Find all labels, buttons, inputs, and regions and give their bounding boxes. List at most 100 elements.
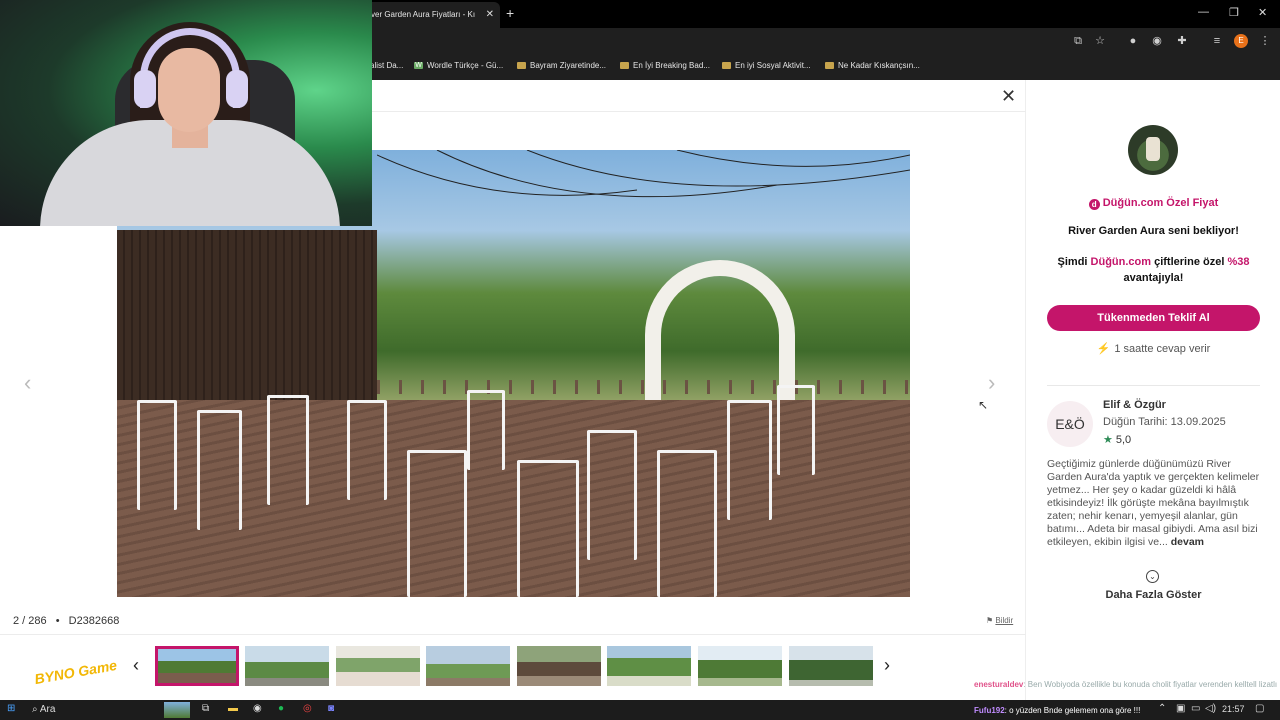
restore-icon[interactable]: ❐ [1229, 6, 1239, 19]
discord-icon[interactable]: ◙ [328, 703, 334, 714]
railing [377, 380, 910, 394]
profile-avatar[interactable]: E [1234, 34, 1248, 48]
bookmark-item[interactable]: Ne Kadar Kıskançsın... [825, 61, 920, 70]
extensions-puzzle-icon[interactable]: ✚ [1175, 34, 1189, 48]
clock[interactable]: 21:57 [1222, 704, 1245, 714]
review-rating: ★ 5,0 [1103, 434, 1132, 446]
chair [137, 400, 177, 510]
tab-close-icon[interactable]: ✕ [486, 2, 494, 28]
gallery-thumbnail[interactable] [517, 646, 601, 686]
gallery-thumbnail[interactable] [245, 646, 329, 686]
wordle-icon: W [414, 62, 423, 70]
chat-message: enesturaldev: Ben Wobiyoda özellikle bu … [974, 680, 1278, 689]
gallery-thumbnail[interactable] [789, 646, 873, 686]
minimize-icon[interactable]: — [1198, 6, 1209, 18]
reviewer-avatar: E&Ö [1047, 401, 1093, 447]
special-price-label: d Düğün.com Özel Fiyat [1047, 197, 1260, 210]
gallery-thumbnail[interactable] [607, 646, 691, 686]
window-close-icon[interactable]: ✕ [1258, 6, 1267, 19]
chair [467, 390, 505, 470]
webcam-overlay [0, 0, 372, 226]
chair [777, 385, 815, 475]
gallery-thumbnail[interactable] [336, 646, 420, 686]
reply-time: ⚡ 1 saatte cevap verir [1096, 343, 1211, 355]
separator: • [55, 615, 60, 627]
flag-icon: ⚑ [986, 616, 994, 625]
chair [517, 460, 579, 597]
tab-title: ver Garden Aura Fiyatları - Kı [371, 10, 476, 19]
close-gallery-button[interactable]: ✕ [1001, 86, 1016, 107]
headset-earcup [226, 70, 248, 108]
browser-menu-icon[interactable]: ⋮ [1258, 34, 1272, 48]
spotify-icon[interactable]: ● [278, 703, 284, 714]
install-app-icon[interactable]: ⧉ [1071, 34, 1085, 48]
flower-arch [645, 260, 795, 410]
taskbar-search[interactable]: ⌕ Ara [26, 702, 156, 718]
tray-chevron-icon[interactable]: ⌃ [1158, 703, 1166, 714]
network-icon[interactable]: ▭ [1191, 703, 1200, 714]
photo-index: 2 / 286 [13, 615, 47, 627]
venue-waiting-text: River Garden Aura seni bekliyor! [1068, 225, 1239, 237]
gallery-thumbnail[interactable] [698, 646, 782, 686]
chair [727, 400, 772, 520]
chevron-down-icon[interactable]: ⌄ [1146, 570, 1159, 583]
folder-icon [620, 62, 629, 70]
divider [1047, 385, 1260, 386]
bookmark-item[interactable]: En iyi Sosyal Aktivit... [722, 61, 811, 70]
lightning-icon: ⚡ [1096, 343, 1111, 355]
widget-thumbnail[interactable] [164, 702, 190, 718]
venue-avatar [1128, 125, 1178, 175]
string-lights [377, 150, 910, 198]
chair [347, 400, 387, 500]
read-more-link[interactable]: devam [1171, 536, 1204, 548]
new-tab-button[interactable]: + [506, 5, 514, 21]
divider [0, 634, 1026, 635]
extension-icon[interactable]: ● [1126, 34, 1140, 48]
app-icon[interactable]: ◉ [253, 703, 262, 714]
screen: { "browser": { "tab_title": "ver Garden … [0, 0, 1280, 720]
bookmark-item[interactable]: alist Da... [370, 61, 403, 70]
bookmark-item[interactable]: Bayram Ziyaretinde... [517, 61, 606, 70]
review-text: Geçtiğimiz günlerde düğünümüzü River Gar… [1047, 458, 1260, 548]
file-explorer-icon[interactable]: ▬ [228, 703, 238, 714]
chair [197, 410, 242, 530]
tray-icon[interactable]: ▣ [1176, 703, 1185, 714]
folder-icon [722, 62, 731, 70]
bookmark-item[interactable]: W Wordle Türkçe - Gü... [414, 61, 503, 70]
notifications-icon[interactable]: ▢ [1255, 703, 1264, 714]
headset-earcup [134, 70, 156, 108]
audio-extension-icon[interactable]: ◉ [1150, 34, 1164, 48]
gallery-thumbnail[interactable] [426, 646, 510, 686]
task-view-icon[interactable]: ⧉ [202, 703, 209, 714]
chair [657, 450, 717, 597]
search-icon: ⌕ [32, 704, 38, 715]
chat-message: Fufu192: o yüzden Bnde gelemem ona göre … [974, 706, 1141, 715]
chair [407, 450, 467, 597]
start-icon[interactable]: ⊞ [7, 703, 15, 714]
wedding-date: Düğün Tarihi: 13.09.2025 [1103, 416, 1226, 428]
get-offer-button[interactable]: Tükenmeden Teklif Al [1047, 305, 1260, 331]
reviewer-name: Elif & Özgür [1103, 399, 1166, 411]
next-photo-button[interactable]: › [988, 370, 995, 396]
folder-icon [517, 62, 526, 70]
mouse-cursor-icon: ↖ [978, 398, 989, 412]
wooden-wall [117, 230, 377, 400]
thumbnails-next-button[interactable]: › [884, 655, 890, 676]
thumbnails-prev-button[interactable]: ‹ [133, 655, 139, 676]
active-tab[interactable]: ver Garden Aura Fiyatları - Kı ✕ [365, 2, 500, 28]
report-link[interactable]: ⚑ Bildir [986, 616, 1013, 625]
volume-icon[interactable]: ◁) [1205, 703, 1216, 714]
chair [587, 430, 637, 560]
show-more-button[interactable]: Daha Fazla Göster [1047, 589, 1260, 601]
bookmark-item[interactable]: En İyi Breaking Bad... [620, 61, 710, 70]
chrome-icon[interactable]: ◎ [303, 703, 312, 714]
gallery-thumbnail[interactable] [155, 646, 239, 686]
previous-photo-button[interactable]: ‹ [24, 370, 31, 396]
folder-icon [825, 62, 834, 70]
reading-list-icon[interactable]: ≡ [1210, 34, 1224, 48]
photo-code: D2382668 [68, 615, 120, 627]
dugun-logo-icon: d [1088, 199, 1100, 210]
discount-offer-text: Şimdi Düğün.com çiftlerine özel %38 avan… [1057, 256, 1250, 284]
chair [267, 395, 309, 505]
bookmark-star-icon[interactable]: ☆ [1093, 34, 1107, 48]
